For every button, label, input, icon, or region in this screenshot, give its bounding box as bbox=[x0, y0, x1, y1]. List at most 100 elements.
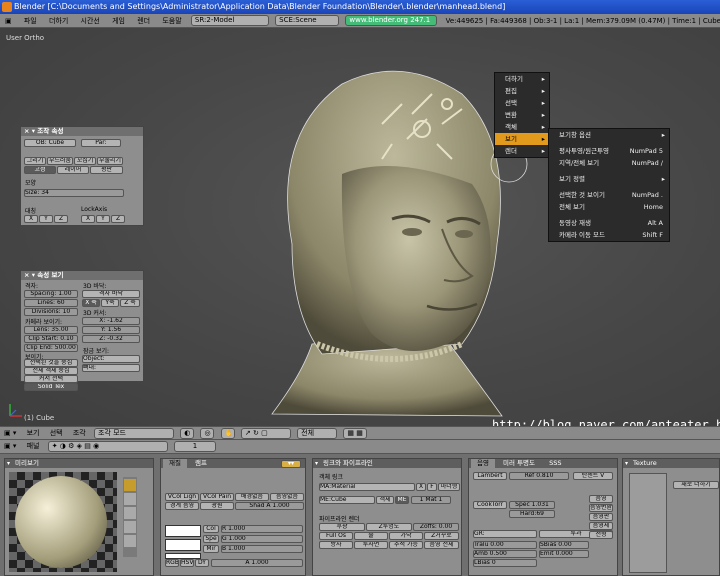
shadbuf-button[interactable]: 음영 전체 bbox=[424, 541, 459, 549]
x-axis-button[interactable]: X 축 bbox=[82, 299, 100, 307]
full-osa-button[interactable]: Full Os bbox=[319, 532, 353, 540]
brush-smooth-button[interactable]: 부드러움 bbox=[47, 157, 73, 165]
panel-toggle-icon[interactable]: ▾▾ bbox=[281, 460, 301, 468]
grid-floor-button[interactable]: 격자 바닥 bbox=[82, 290, 140, 298]
grid-divisions-field[interactable]: Divisions: 10 bbox=[24, 308, 78, 316]
lock-bone-field[interactable]: 뼈대: bbox=[82, 364, 140, 372]
center-selected-button[interactable]: 선택된 것을 중심 bbox=[24, 359, 78, 367]
wire-button[interactable]: 줄 bbox=[354, 532, 388, 540]
material-x-button[interactable]: X bbox=[416, 483, 426, 491]
buttons-editor-icon[interactable]: ▣ ▾ bbox=[0, 440, 20, 453]
menu-item-transform[interactable]: 변환 ▸ bbox=[495, 109, 549, 121]
link-object-button[interactable]: 객체 bbox=[376, 496, 394, 504]
view-menu[interactable]: 보기 bbox=[23, 427, 44, 439]
color-swatch-col[interactable] bbox=[165, 525, 201, 537]
menu-item-select[interactable]: 선택 ▸ bbox=[495, 97, 549, 109]
editor-type-icon[interactable]: ▣ bbox=[0, 14, 17, 27]
render-icons[interactable]: ▦ ▦ bbox=[343, 428, 368, 439]
no-background-button[interactable]: 배경없음 bbox=[235, 493, 269, 501]
specular-shader-select[interactable]: CookTorr bbox=[473, 501, 507, 509]
symmetry-z-button[interactable]: Z bbox=[54, 215, 68, 223]
wire-shade-button[interactable]: 경계 음영 bbox=[165, 502, 199, 510]
menu-item-view[interactable]: 보기 ▸ bbox=[495, 133, 549, 145]
brush-layer-button[interactable]: 레이어 bbox=[57, 166, 89, 174]
cursor-x-field[interactable]: X: -1.62 bbox=[82, 317, 140, 325]
pivot-icon[interactable]: ◎ bbox=[200, 428, 215, 439]
texture-channel-list[interactable] bbox=[629, 473, 667, 573]
strands-button[interactable]: 가닥 bbox=[389, 532, 423, 540]
vcol-light-button[interactable]: VCol Ligh bbox=[165, 493, 199, 501]
menu-timeline[interactable]: 시간선 bbox=[76, 14, 105, 27]
blue-slider[interactable]: B 1.000 bbox=[221, 545, 303, 553]
spe-button[interactable]: Spe bbox=[203, 535, 219, 543]
shader-side-button-4[interactable]: 음영체 bbox=[589, 522, 613, 530]
traceable-button[interactable]: 추적 가능 bbox=[389, 541, 423, 549]
tab-mirror-transp[interactable]: 미러 투명도 bbox=[497, 459, 541, 468]
red-slider[interactable]: R 1.000 bbox=[221, 525, 303, 533]
zinvert-button[interactable]: Z거꾸로 bbox=[424, 532, 459, 540]
select-menu[interactable]: 선택 bbox=[46, 427, 67, 439]
hsv-mode-button[interactable]: HSV bbox=[180, 559, 194, 567]
hard-slider[interactable]: Hard:69 bbox=[509, 510, 555, 518]
ztransp-button[interactable]: Z투명도 bbox=[366, 523, 412, 531]
zoffset-field[interactable]: Zoffs: 0.00 bbox=[413, 523, 459, 531]
menu-item-add[interactable]: 더하기 ▸ bbox=[495, 73, 549, 85]
symmetry-y-button[interactable]: Y bbox=[39, 215, 53, 223]
lock-object-field[interactable]: Object: bbox=[82, 355, 140, 363]
light-button[interactable]: 광원 bbox=[200, 502, 234, 510]
clip-start-field[interactable]: Clip Start: 0.10 bbox=[24, 335, 78, 343]
radio-button[interactable]: 방사 bbox=[319, 541, 353, 549]
ref-slider[interactable]: Ref 0.810 bbox=[509, 472, 569, 480]
cursor-y-field[interactable]: Y: 1.56 bbox=[82, 326, 140, 334]
shad-alpha-field[interactable]: Shad A 1.000 bbox=[235, 502, 304, 510]
submenu-view-selected[interactable]: 선택한 것 보이기 NumPad . bbox=[549, 189, 669, 201]
tralu-slider[interactable]: Tralu 0.00 bbox=[473, 541, 537, 549]
submenu-ortho-persp[interactable]: 평사투영/원근투영 NumPad 5 bbox=[549, 145, 669, 157]
group-field[interactable]: GR: bbox=[473, 530, 537, 538]
link-mesh-button[interactable]: ME bbox=[395, 496, 409, 504]
mode-selector[interactable]: 조각 모드 bbox=[93, 428, 174, 439]
layer-selector[interactable]: 전체 bbox=[297, 428, 338, 439]
menu-help[interactable]: 도움말 bbox=[157, 14, 186, 27]
nodes-button[interactable]: 마더형 bbox=[438, 483, 460, 491]
hand-icon[interactable]: ✋ bbox=[220, 428, 235, 439]
lock-z-button[interactable]: Z bbox=[111, 215, 125, 223]
solid-tex-button[interactable]: Solid Tex bbox=[24, 383, 78, 391]
menu-game[interactable]: 게임 bbox=[107, 14, 130, 27]
submenu-align-view[interactable]: 보기 정렬 ▸ bbox=[549, 173, 669, 185]
mir-button[interactable]: Mir bbox=[203, 545, 219, 553]
menu-item-render[interactable]: 렌더 ▸ bbox=[495, 145, 549, 157]
color-swatch-spe[interactable] bbox=[165, 539, 201, 551]
material-index-field[interactable]: 1 Mat 1 bbox=[411, 496, 451, 504]
manipulator-icons[interactable]: ↗ ↻ ▢ bbox=[240, 428, 291, 439]
submenu-local-global-view[interactable]: 지역/전체 보기 NumPad / bbox=[549, 157, 669, 169]
tab-sss[interactable]: SSS bbox=[543, 459, 567, 468]
tangent-v-button[interactable]: 탄젠트 V bbox=[573, 472, 613, 480]
menu-item-object[interactable]: 객체 ▸ bbox=[495, 121, 549, 133]
3d-viewport[interactable]: User Ortho (1) Cube × ▾ 조작 속성 OB: Cube P… bbox=[0, 28, 720, 426]
symmetry-x-button[interactable]: X bbox=[24, 215, 38, 223]
col-button[interactable]: Col bbox=[203, 525, 219, 533]
shadeless-button[interactable]: 음영없음 bbox=[270, 493, 304, 501]
screen-selector[interactable]: SR:2-Model bbox=[190, 15, 269, 26]
y-axis-button[interactable]: Y축 bbox=[101, 299, 119, 307]
tab-shaders[interactable]: 음영 bbox=[471, 459, 495, 468]
shader-side-button-3[interactable]: 음영판 bbox=[589, 513, 613, 521]
spec-slider[interactable]: Spec 1.031 bbox=[509, 501, 555, 509]
lock-x-button[interactable]: X bbox=[81, 215, 95, 223]
brush-draw-button[interactable]: 그리기 bbox=[24, 157, 46, 165]
lock-y-button[interactable]: Y bbox=[96, 215, 110, 223]
sculpt-menu[interactable]: 조각 bbox=[69, 427, 90, 439]
tab-material[interactable]: 재질 bbox=[163, 459, 187, 468]
blender-url-link[interactable]: www.blender.org 247.1 bbox=[345, 15, 438, 26]
submenu-fly-mode[interactable]: 카메라 이동 모드 Shift F bbox=[549, 229, 669, 241]
brush-flatten-button[interactable]: 평판 bbox=[90, 166, 123, 174]
submenu-viewport-options[interactable]: 보기창 옵션 ▸ bbox=[549, 129, 669, 141]
brush-grab-button[interactable]: 고정 bbox=[24, 166, 56, 174]
view-panel-close-icon[interactable]: × ▾ bbox=[24, 271, 35, 279]
tab-lamp[interactable]: 램프 bbox=[189, 459, 213, 468]
menu-file[interactable]: 파일 bbox=[19, 14, 42, 27]
mesh-name-field[interactable]: ME:Cube bbox=[319, 496, 375, 504]
frame-number-field[interactable]: 1 bbox=[173, 441, 216, 452]
material-fake-button[interactable]: F bbox=[427, 483, 437, 491]
